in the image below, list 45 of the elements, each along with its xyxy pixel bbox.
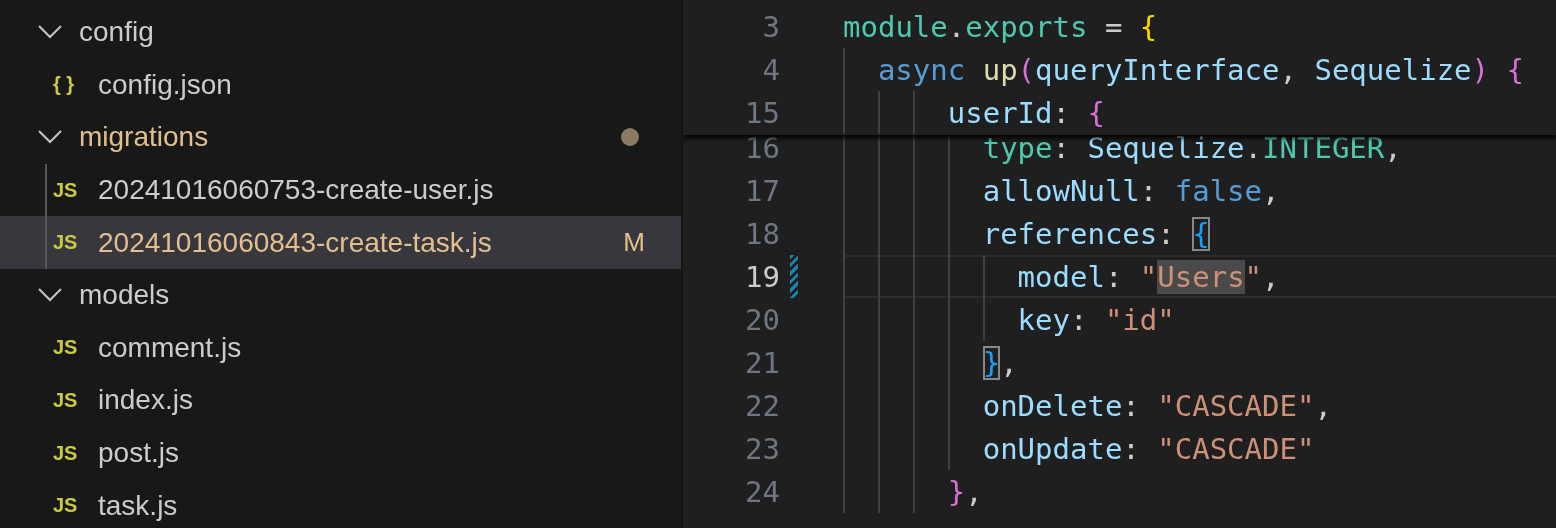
file-item[interactable]: JS task.js	[0, 479, 681, 528]
code-line: onDelete: "CASCADE",	[843, 384, 1556, 427]
file-item[interactable]: JS post.js	[0, 426, 681, 480]
folder-item[interactable]: migrations	[0, 111, 681, 164]
line-number: 17	[744, 173, 780, 208]
line-number: 20	[744, 302, 780, 337]
code-line: module.exports = {	[843, 8, 1159, 46]
code-line: model: "Users",	[843, 255, 1556, 298]
line-number: 18	[744, 216, 780, 251]
folder-item[interactable]: config	[0, 6, 681, 59]
file-item[interactable]: { } config.json	[0, 58, 681, 112]
code-line: async up(queryInterface, Sequelize) {	[843, 48, 1556, 91]
code-line: references: {	[843, 212, 1556, 255]
file-type-icon: { }	[53, 73, 87, 97]
line-number: 23	[744, 431, 780, 466]
code-line: userId: {	[843, 91, 1556, 134]
file-type-icon: JS	[53, 178, 87, 202]
chevron-down-icon[interactable]	[38, 25, 62, 40]
code-line: },	[843, 470, 1556, 513]
line-number: 24	[744, 474, 780, 509]
file-type-icon: JS	[53, 231, 87, 255]
file-item[interactable]: JS index.js	[0, 374, 681, 427]
file-item[interactable]: JS 20241016060753-create-user.js	[0, 163, 681, 217]
line-number: 16	[744, 130, 780, 165]
line-number: 3	[761, 9, 780, 44]
line-number: 21	[744, 345, 780, 380]
folder-item[interactable]: models	[0, 268, 681, 322]
line-number: 19	[744, 259, 780, 294]
file-type-icon: JS	[53, 336, 87, 360]
code-line: },	[843, 341, 1556, 384]
chevron-down-icon[interactable]	[38, 130, 62, 145]
code-line: key: "id"	[843, 298, 1556, 341]
file-type-icon: JS	[53, 441, 87, 465]
file-item[interactable]: JS 20241016060843-create-task.js M	[0, 216, 681, 269]
line-number: 15	[744, 95, 780, 130]
code-line: onUpdate: "CASCADE"	[843, 427, 1556, 470]
line-number: 22	[744, 388, 780, 423]
file-type-icon: JS	[53, 494, 87, 518]
file-item[interactable]: JS comment.js	[0, 321, 681, 375]
file-type-icon: JS	[53, 388, 87, 412]
chevron-down-icon[interactable]	[38, 288, 62, 303]
git-status-label: M	[623, 227, 645, 259]
code-line: allowNull: false,	[843, 169, 1556, 212]
modified-dot-icon	[621, 128, 639, 147]
line-number: 4	[761, 52, 780, 87]
